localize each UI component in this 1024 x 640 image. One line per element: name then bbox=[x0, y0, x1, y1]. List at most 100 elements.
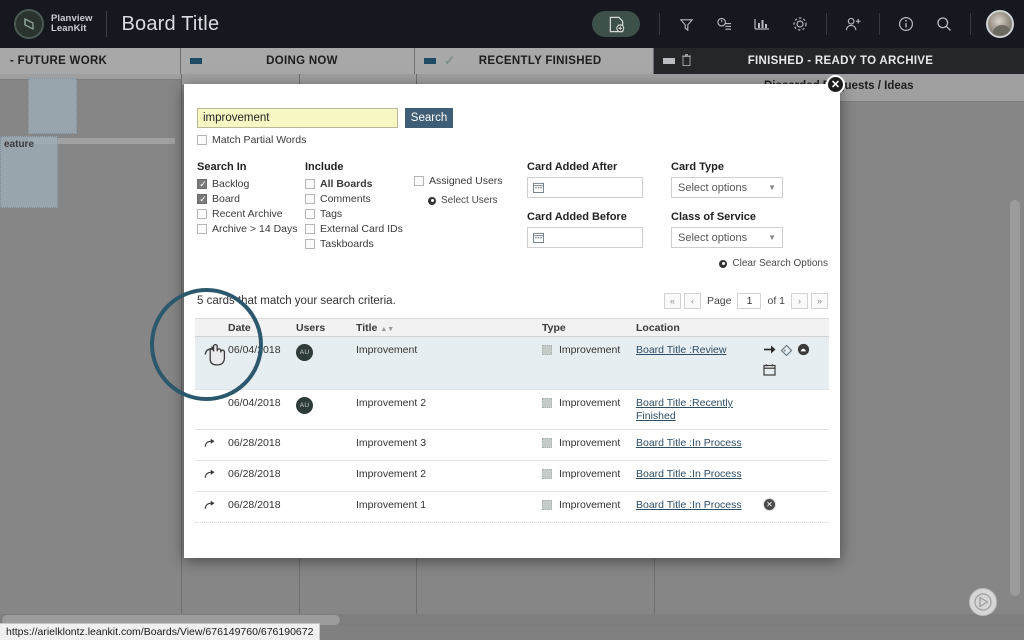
search-in-option-backlog[interactable]: Backlog bbox=[197, 177, 303, 191]
lane-header-finished-ready-to-archive[interactable]: FINISHED - READY TO ARCHIVE bbox=[654, 48, 1024, 74]
analytics-icon[interactable] bbox=[749, 11, 775, 37]
table-row[interactable]: 06/04/2018 AU Improvement 2 Improvement … bbox=[195, 390, 829, 430]
include-option-comments[interactable]: Comments bbox=[305, 192, 413, 206]
row-type: Improvement bbox=[542, 468, 636, 480]
trash-icon[interactable] bbox=[682, 53, 691, 69]
clear-search-options-button[interactable]: Clear Search Options bbox=[719, 258, 828, 269]
goto-card-icon[interactable] bbox=[195, 499, 228, 513]
card-added-before-input[interactable] bbox=[527, 227, 643, 248]
lane-label: RECENTLY FINISHED bbox=[478, 55, 602, 67]
col-header-location[interactable]: Location bbox=[636, 322, 763, 334]
filter-icon[interactable] bbox=[673, 11, 699, 37]
row-type-label: Improvement bbox=[559, 344, 621, 356]
board-card-ghost[interactable] bbox=[28, 78, 77, 134]
row-title: Improvement 1 bbox=[356, 499, 427, 511]
search-button[interactable]: Search bbox=[405, 108, 453, 128]
match-partial-words-checkbox[interactable]: Match Partial Words bbox=[197, 133, 306, 147]
gear-icon[interactable] bbox=[787, 11, 813, 37]
lane-divider bbox=[181, 74, 182, 614]
play-video-button[interactable] bbox=[969, 588, 997, 616]
calendar-icon bbox=[533, 182, 544, 193]
avatar[interactable] bbox=[986, 10, 1014, 38]
include-group: Include All Boards Comments Tags Externa… bbox=[305, 161, 413, 252]
search-in-option-recent-archive[interactable]: Recent Archive bbox=[197, 207, 303, 221]
col-header-users[interactable]: Users bbox=[296, 322, 356, 334]
col-header-date[interactable]: Date bbox=[228, 322, 296, 334]
lane-header-future-work[interactable]: - FUTURE WORK bbox=[0, 48, 181, 74]
table-row[interactable]: 06/28/2018 Improvement 3 Improvement Boa… bbox=[195, 430, 829, 461]
table-row[interactable]: 06/28/2018 Improvement 1 Improvement Boa… bbox=[195, 492, 829, 523]
checkbox-box bbox=[197, 224, 207, 234]
pager-last-button[interactable]: » bbox=[811, 293, 828, 309]
pager-prev-button[interactable]: ‹ bbox=[683, 293, 701, 309]
timer-icon[interactable] bbox=[711, 11, 737, 37]
row-location-link[interactable]: Board Title :In Process bbox=[636, 499, 742, 512]
card-type-select[interactable]: Select options ▼ bbox=[671, 177, 783, 198]
row-actions bbox=[763, 343, 829, 379]
search-input[interactable] bbox=[197, 108, 398, 128]
search-bar: Search bbox=[197, 108, 453, 128]
include-option-external-card-ids[interactable]: External Card IDs bbox=[305, 222, 413, 236]
pager-next-button[interactable]: › bbox=[791, 293, 808, 309]
row-type-label: Improvement bbox=[559, 437, 621, 449]
lane-header-doing-now[interactable]: DOING NOW bbox=[181, 48, 415, 74]
row-user-avatar[interactable]: AU bbox=[296, 344, 356, 361]
move-card-icon[interactable] bbox=[763, 343, 776, 359]
header-divider bbox=[106, 11, 108, 37]
status-bar-url: https://arielklontz.leankit.com/Boards/V… bbox=[6, 626, 314, 638]
row-location-link[interactable]: Board Title :In Process bbox=[636, 468, 742, 481]
select-users-button[interactable]: Select Users bbox=[428, 195, 534, 206]
header-divider-3 bbox=[826, 13, 827, 35]
row-location[interactable]: Board Title :In Process bbox=[636, 499, 763, 512]
table-row[interactable]: 06/28/2018 Improvement 2 Improvement Boa… bbox=[195, 461, 829, 492]
table-row[interactable]: 06/04/2018 AU Improvement Improvement Bo… bbox=[195, 337, 829, 390]
vertical-scrollbar[interactable] bbox=[1010, 200, 1020, 596]
row-location-link[interactable]: Board Title :Recently Finished bbox=[636, 397, 736, 423]
remove-row-icon[interactable]: ✕ bbox=[763, 498, 776, 511]
add-card-icon[interactable] bbox=[592, 11, 640, 37]
include-option-tags[interactable]: Tags bbox=[305, 207, 413, 221]
select-users-label: Select Users bbox=[441, 195, 498, 206]
calendar-icon[interactable] bbox=[763, 363, 776, 379]
search-in-option-board[interactable]: Board bbox=[197, 192, 303, 206]
card-added-after-input[interactable] bbox=[527, 177, 643, 198]
tag-icon[interactable] bbox=[780, 343, 793, 359]
row-location[interactable]: Board Title :In Process bbox=[636, 437, 763, 450]
checkbox-label: Board bbox=[212, 193, 241, 205]
brand-logo[interactable]: Planview LeanKit bbox=[14, 9, 92, 39]
pager-page-input[interactable]: 1 bbox=[737, 293, 762, 309]
col-header-type[interactable]: Type bbox=[542, 322, 636, 334]
checkbox-box bbox=[197, 192, 208, 206]
close-icon[interactable]: ✕ bbox=[826, 75, 845, 94]
row-type: Improvement bbox=[542, 499, 636, 511]
row-location[interactable]: Board Title :Review bbox=[636, 344, 763, 357]
bell-icon[interactable] bbox=[797, 343, 810, 359]
search-in-group: Search In Backlog Board Recent Archive A… bbox=[197, 161, 303, 237]
lane-header-recently-finished[interactable]: ✓ RECENTLY FINISHED bbox=[415, 48, 654, 74]
col-header-title[interactable]: Title ▲▼ bbox=[356, 322, 542, 334]
goto-card-icon[interactable] bbox=[195, 437, 228, 451]
row-type-label: Improvement bbox=[559, 499, 621, 511]
row-location-link[interactable]: Board Title :Review bbox=[636, 344, 726, 357]
row-user-avatar[interactable]: AU bbox=[296, 397, 356, 414]
search-icon[interactable] bbox=[931, 11, 957, 37]
board-card-feature[interactable]: eature bbox=[0, 136, 58, 208]
include-option-taskboards[interactable]: Taskboards bbox=[305, 237, 413, 251]
pager-first-button[interactable]: « bbox=[663, 293, 681, 309]
status-bar: https://arielklontz.leankit.com/Boards/V… bbox=[0, 623, 321, 640]
row-location[interactable]: Board Title :In Process bbox=[636, 468, 763, 481]
search-in-option-archive-14-days[interactable]: Archive > 14 Days bbox=[197, 222, 303, 236]
screen-root: Planview LeanKit Board Title - FUTURE WO… bbox=[0, 0, 1024, 640]
class-of-service-select[interactable]: Select options ▼ bbox=[671, 227, 783, 248]
type-swatch-icon bbox=[542, 500, 552, 510]
goto-card-icon[interactable] bbox=[195, 468, 228, 482]
results-summary-bar: 5 cards that match your search criteria.… bbox=[184, 290, 840, 316]
include-option-all-boards[interactable]: All Boards bbox=[305, 177, 413, 191]
row-location[interactable]: Board Title :Recently Finished bbox=[636, 397, 763, 423]
add-user-icon[interactable] bbox=[840, 11, 866, 37]
info-icon[interactable] bbox=[893, 11, 919, 37]
assigned-users-checkbox[interactable]: Assigned Users bbox=[414, 174, 534, 188]
checkbox-box bbox=[305, 194, 315, 204]
row-location-link[interactable]: Board Title :In Process bbox=[636, 437, 742, 450]
type-swatch-icon bbox=[542, 438, 552, 448]
